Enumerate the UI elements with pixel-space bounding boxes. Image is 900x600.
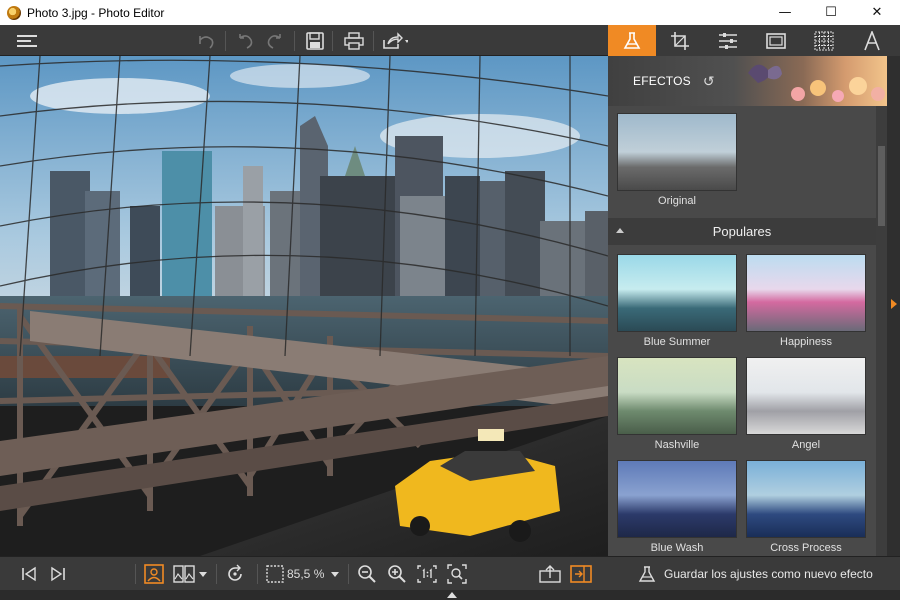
photo-image [0,56,608,556]
save-as-effect-label: Guardar los ajustes como nuevo efecto [664,566,873,581]
effect-label: Cross Process [770,542,842,554]
effect-angel[interactable]: Angel [746,357,866,451]
tool-tabs [608,25,900,56]
effect-original[interactable]: Original [617,113,737,207]
crop-icon [670,31,690,51]
frame-icon [766,32,786,50]
save-icon[interactable] [302,25,328,56]
photo-canvas[interactable] [0,56,608,556]
tab-adjust[interactable] [704,25,752,56]
compare-dropdown-icon[interactable] [196,557,210,591]
redo-icon[interactable] [262,25,288,56]
tab-effects[interactable] [608,25,656,56]
previous-image-icon[interactable] [16,557,42,591]
effect-label: Happiness [780,336,832,348]
window-title: Photo 3.jpg - Photo Editor [27,5,165,20]
next-image-icon[interactable] [45,557,71,591]
tab-frames[interactable] [752,25,800,56]
tab-text[interactable] [848,25,896,56]
effect-label: Blue Summer [643,336,711,348]
menu-icon[interactable] [14,25,40,56]
close-button[interactable]: ✕ [854,0,900,25]
compare-icon[interactable] [171,557,197,591]
undo-all-icon[interactable] [193,25,219,56]
butterfly-decoration [748,64,885,102]
effect-thumbnail [746,460,866,538]
zoom-dropdown-icon[interactable] [328,557,342,591]
text-icon [862,30,882,51]
export-icon[interactable] [537,557,563,591]
collapse-arrow-icon [616,228,624,233]
effect-label: Angel [791,439,821,451]
title-bar: Photo 3.jpg - Photo Editor — ☐ ✕ [0,0,900,25]
toggle-panel-icon[interactable] [568,557,594,591]
effect-blue-summer[interactable]: Blue Summer [617,254,737,348]
expand-arrow-icon[interactable] [890,298,898,310]
top-toolbar [0,25,608,56]
portrait-mode-icon[interactable] [141,557,167,591]
panel-collapse-strip[interactable] [887,56,900,556]
effects-panel: Original Populares Blue Summer Happiness… [608,106,876,556]
scrollbar-thumb[interactable] [878,146,885,226]
effect-thumbnail [617,357,737,435]
zoom-out-icon[interactable] [354,557,380,591]
save-effect-bar[interactable]: Guardar los ajustes como nuevo efecto [608,556,900,590]
bottom-edge [0,590,900,600]
effect-thumbnail [617,460,737,538]
flask-icon [638,565,656,583]
effects-scrollbar[interactable] [876,106,887,556]
section-populares[interactable]: Populares [608,218,876,245]
effect-happiness[interactable]: Happiness [746,254,866,348]
effect-thumbnail [617,113,737,191]
effect-cross-process[interactable]: Cross Process [746,460,866,554]
zoom-in-icon[interactable] [384,557,410,591]
sliders-icon [718,31,738,51]
effect-label: Nashville [654,439,700,451]
undo-icon[interactable] [232,25,258,56]
effect-thumbnail [617,254,737,332]
tab-texture[interactable] [800,25,848,56]
zoom-fit-icon[interactable] [444,557,470,591]
effect-blue-wash[interactable]: Blue Wash [617,460,737,554]
expand-filmstrip-icon[interactable] [447,592,457,598]
effects-title: EFECTOS [633,74,691,88]
grid-icon [814,31,834,51]
effects-header: EFECTOS ↺ [608,56,887,106]
effect-thumbnail [746,254,866,332]
app-icon [7,5,21,20]
rotate-icon[interactable] [222,557,248,591]
effect-thumbnail [746,357,866,435]
print-icon[interactable] [341,25,367,56]
effect-label: Blue Wash [650,542,704,554]
flask-icon [622,31,642,51]
maximize-button[interactable]: ☐ [808,0,854,25]
zoom-level: 85,5 % [287,567,325,581]
actual-size-icon[interactable] [414,557,440,591]
minimize-button[interactable]: — [762,0,808,25]
reset-effects-icon[interactable]: ↺ [703,73,715,90]
share-icon[interactable] [382,25,408,56]
section-title: Populares [712,224,772,239]
bottom-toolbar: 85,5 % [0,556,608,590]
effect-label: Original [658,195,696,207]
tab-crop[interactable] [656,25,704,56]
fit-screen-icon[interactable] [262,557,288,591]
effect-nashville[interactable]: Nashville [617,357,737,451]
